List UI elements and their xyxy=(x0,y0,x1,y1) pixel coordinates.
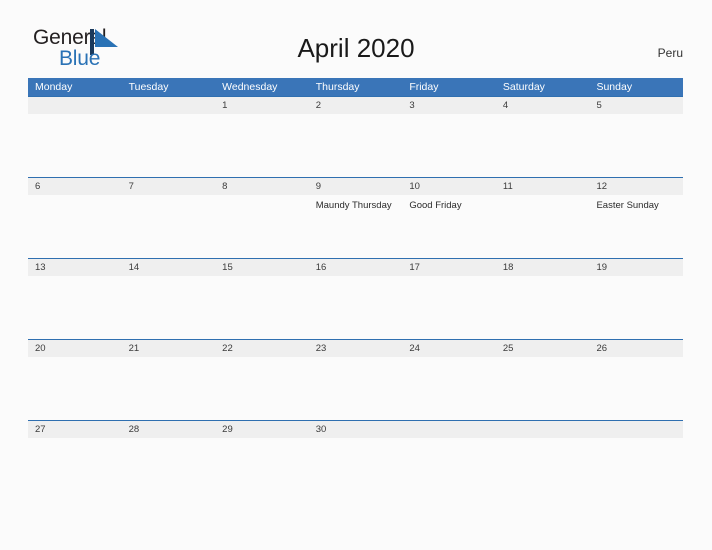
week-date-band: 6 7 8 9 10 11 12 xyxy=(28,177,683,195)
day-event xyxy=(402,438,496,500)
day-event: Maundy Thursday xyxy=(315,200,392,211)
day-number[interactable]: 14 xyxy=(122,259,216,276)
day-number[interactable] xyxy=(496,421,590,438)
day-event xyxy=(496,195,590,257)
day-number[interactable]: 30 xyxy=(309,421,403,438)
day-event xyxy=(28,357,122,419)
week-date-band: 1 2 3 4 5 xyxy=(28,96,683,114)
day-number[interactable]: 3 xyxy=(402,97,496,114)
day-number[interactable]: 28 xyxy=(122,421,216,438)
week-event-band xyxy=(28,357,683,419)
day-event xyxy=(215,276,309,338)
day-event xyxy=(496,357,590,419)
week-row: 20 21 22 23 24 25 26 xyxy=(28,339,683,420)
day-number[interactable]: 1 xyxy=(215,97,309,114)
day-event xyxy=(402,114,496,176)
day-number[interactable]: 25 xyxy=(496,340,590,357)
day-number[interactable]: 16 xyxy=(309,259,403,276)
day-number[interactable]: 13 xyxy=(28,259,122,276)
weekday-saturday: Saturday xyxy=(502,81,545,93)
calendar-grid: Monday Tuesday Wednesday Thursday Friday… xyxy=(28,78,683,501)
day-event xyxy=(28,276,122,338)
day-number[interactable]: 23 xyxy=(309,340,403,357)
day-number[interactable]: 17 xyxy=(402,259,496,276)
day-number[interactable]: 29 xyxy=(215,421,309,438)
week-row: 27 28 29 30 xyxy=(28,420,683,501)
day-event xyxy=(402,276,496,338)
week-row: 6 7 8 9 10 11 12 Maundy Thursday Good Fr… xyxy=(28,177,683,258)
day-event xyxy=(215,357,309,419)
day-event xyxy=(496,276,590,338)
day-event xyxy=(496,438,590,500)
week-event-band xyxy=(28,114,683,176)
day-event xyxy=(589,114,683,176)
day-number[interactable]: 21 xyxy=(122,340,216,357)
day-number[interactable]: 5 xyxy=(589,97,683,114)
day-number[interactable]: 7 xyxy=(122,178,216,195)
day-number[interactable]: 20 xyxy=(28,340,122,357)
day-number[interactable]: 26 xyxy=(589,340,683,357)
day-event xyxy=(122,438,216,500)
day-number[interactable]: 4 xyxy=(496,97,590,114)
calendar-page: General Blue April 2020 Peru Monday Tues… xyxy=(0,0,712,550)
day-number[interactable] xyxy=(28,97,122,114)
week-row: 1 2 3 4 5 xyxy=(28,96,683,177)
day-event xyxy=(215,114,309,176)
day-event xyxy=(122,114,216,176)
day-event xyxy=(309,276,403,338)
day-event xyxy=(28,114,122,176)
day-event: Easter Sunday xyxy=(596,200,659,211)
page-header: General Blue April 2020 Peru xyxy=(0,0,712,76)
week-event-band xyxy=(28,276,683,338)
day-number[interactable]: 11 xyxy=(496,178,590,195)
weekday-header-row: Monday Tuesday Wednesday Thursday Friday… xyxy=(28,78,683,96)
weekday-tuesday: Tuesday xyxy=(128,81,169,93)
day-event xyxy=(309,438,403,500)
day-number[interactable]: 12 xyxy=(589,178,683,195)
day-number[interactable]: 27 xyxy=(28,421,122,438)
day-event xyxy=(589,357,683,419)
weekday-wednesday: Wednesday xyxy=(222,81,278,93)
day-event: Good Friday xyxy=(409,200,462,211)
day-event xyxy=(28,438,122,500)
weekday-friday: Friday xyxy=(409,81,439,93)
day-number[interactable]: 19 xyxy=(589,259,683,276)
day-event xyxy=(122,276,216,338)
day-number[interactable]: 8 xyxy=(215,178,309,195)
country-label: Peru xyxy=(657,46,683,60)
week-row: 13 14 15 16 17 18 19 xyxy=(28,258,683,339)
day-number[interactable]: 6 xyxy=(28,178,122,195)
day-event xyxy=(122,357,216,419)
day-number[interactable]: 2 xyxy=(309,97,403,114)
page-title: April 2020 xyxy=(297,33,415,63)
day-event xyxy=(309,114,403,176)
day-event xyxy=(215,438,309,500)
day-event xyxy=(215,195,309,257)
week-date-band: 20 21 22 23 24 25 26 xyxy=(28,339,683,357)
day-event xyxy=(28,195,122,257)
day-event xyxy=(589,276,683,338)
day-number[interactable] xyxy=(122,97,216,114)
week-date-band: 27 28 29 30 xyxy=(28,420,683,438)
day-event xyxy=(309,357,403,419)
day-event xyxy=(122,195,216,257)
day-number[interactable]: 18 xyxy=(496,259,590,276)
day-event xyxy=(402,357,496,419)
day-event xyxy=(589,438,683,500)
day-number[interactable]: 15 xyxy=(215,259,309,276)
day-event xyxy=(496,114,590,176)
day-number[interactable]: 24 xyxy=(402,340,496,357)
day-number[interactable]: 9 xyxy=(309,178,403,195)
day-number[interactable]: 22 xyxy=(215,340,309,357)
week-date-band: 13 14 15 16 17 18 19 xyxy=(28,258,683,276)
weekday-thursday: Thursday xyxy=(315,81,360,93)
day-number[interactable] xyxy=(402,421,496,438)
week-event-band: Maundy Thursday Good Friday Easter Sunda… xyxy=(28,195,683,257)
week-event-band xyxy=(28,438,683,500)
day-number[interactable] xyxy=(589,421,683,438)
day-number[interactable]: 10 xyxy=(402,178,496,195)
weekday-monday: Monday xyxy=(35,81,73,93)
weekday-sunday: Sunday xyxy=(596,81,633,93)
